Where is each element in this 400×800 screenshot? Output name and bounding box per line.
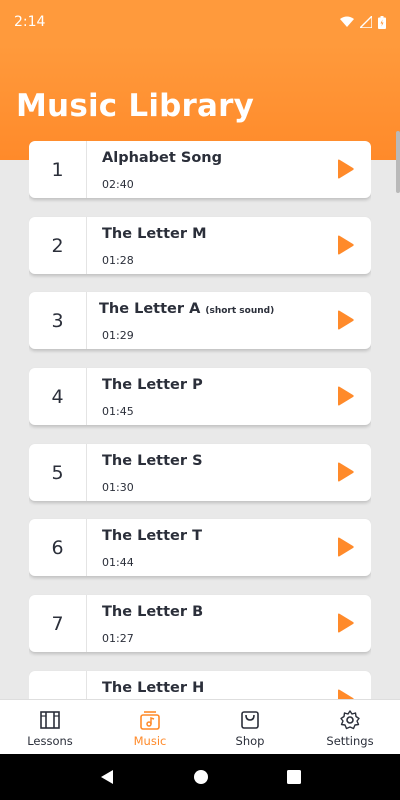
song-title: The Letter B bbox=[102, 604, 204, 620]
play-icon[interactable] bbox=[335, 235, 355, 255]
song-duration: 01:44 bbox=[102, 556, 134, 569]
nav-label-shop: Shop bbox=[235, 734, 265, 748]
song-number: 2 bbox=[29, 217, 87, 274]
play-icon[interactable] bbox=[335, 689, 355, 699]
song-card[interactable]: 4 The Letter P 01:45 bbox=[29, 368, 371, 425]
play-icon[interactable] bbox=[335, 159, 355, 179]
status-time: 2:14 bbox=[14, 14, 46, 30]
song-title: The Letter M bbox=[102, 226, 207, 242]
song-duration: 01:27 bbox=[102, 632, 134, 645]
play-icon[interactable] bbox=[335, 386, 355, 406]
battery-icon bbox=[378, 15, 386, 29]
song-duration: 01:45 bbox=[102, 405, 134, 418]
nav-label-settings: Settings bbox=[326, 734, 374, 748]
song-card[interactable]: 1 Alphabet Song 02:40 bbox=[29, 141, 371, 198]
recents-icon[interactable] bbox=[287, 770, 301, 784]
bottom-nav: Lessons Music Shop Settings bbox=[0, 699, 400, 754]
nav-item-music[interactable]: Music bbox=[100, 700, 200, 754]
song-list[interactable]: 1 Alphabet Song 02:40 2 The Letter M 01:… bbox=[29, 141, 371, 699]
nav-label-music: Music bbox=[133, 734, 167, 748]
status-bar: 2:14 bbox=[0, 0, 400, 44]
song-duration: 01:29 bbox=[102, 329, 134, 342]
system-nav-bar bbox=[0, 754, 400, 800]
song-title: The Letter T bbox=[102, 528, 202, 544]
status-icons bbox=[340, 15, 386, 29]
song-duration: 02:40 bbox=[102, 178, 134, 191]
shop-icon bbox=[241, 711, 259, 729]
song-note: (short sound) bbox=[205, 306, 275, 316]
play-icon[interactable] bbox=[335, 537, 355, 557]
song-title: The Letter S bbox=[102, 453, 203, 469]
nav-label-lessons: Lessons bbox=[27, 734, 73, 748]
music-icon bbox=[140, 711, 160, 730]
wifi-icon bbox=[340, 16, 354, 27]
song-card[interactable]: 6 The Letter T 01:44 bbox=[29, 519, 371, 576]
song-number: 3 bbox=[29, 292, 87, 349]
song-number: 5 bbox=[29, 444, 87, 501]
song-number: 8 bbox=[29, 671, 87, 699]
song-title: The Letter A (short sound) bbox=[99, 301, 275, 317]
back-icon[interactable] bbox=[99, 769, 115, 785]
song-title: The Letter H bbox=[102, 680, 205, 696]
nav-item-lessons[interactable]: Lessons bbox=[0, 700, 100, 754]
song-number: 6 bbox=[29, 519, 87, 576]
song-card[interactable]: 3 The Letter A (short sound) 01:29 bbox=[29, 292, 371, 349]
page-title: Music Library bbox=[16, 88, 255, 124]
song-card[interactable]: 8 The Letter H bbox=[29, 671, 371, 699]
signal-icon bbox=[360, 16, 372, 28]
nav-item-settings[interactable]: Settings bbox=[300, 700, 400, 754]
song-duration: 01:28 bbox=[102, 254, 134, 267]
song-card[interactable]: 2 The Letter M 01:28 bbox=[29, 217, 371, 274]
nav-item-shop[interactable]: Shop bbox=[200, 700, 300, 754]
play-icon[interactable] bbox=[335, 310, 355, 330]
song-number: 1 bbox=[29, 141, 87, 198]
home-icon[interactable] bbox=[193, 769, 209, 785]
play-icon[interactable] bbox=[335, 613, 355, 633]
song-duration: 01:30 bbox=[102, 481, 134, 494]
song-title: Alphabet Song bbox=[102, 150, 222, 166]
song-number: 7 bbox=[29, 595, 87, 652]
lessons-icon bbox=[40, 711, 60, 729]
play-icon[interactable] bbox=[335, 462, 355, 482]
song-number: 4 bbox=[29, 368, 87, 425]
song-title: The Letter P bbox=[102, 377, 203, 393]
scrollbar[interactable] bbox=[396, 131, 400, 193]
song-card[interactable]: 5 The Letter S 01:30 bbox=[29, 444, 371, 501]
settings-icon bbox=[340, 710, 360, 730]
song-card[interactable]: 7 The Letter B 01:27 bbox=[29, 595, 371, 652]
